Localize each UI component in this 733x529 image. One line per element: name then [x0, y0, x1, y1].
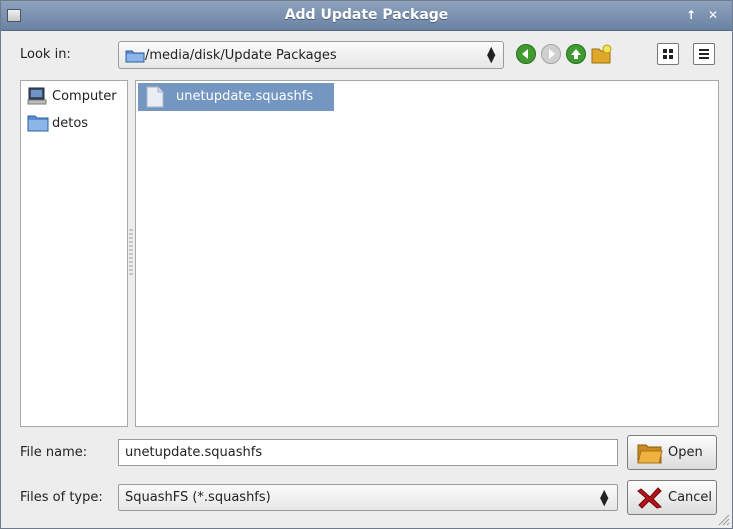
window-title: Add Update Package — [284, 7, 449, 23]
look-in-path: /media/disk/Update Packages — [145, 48, 337, 63]
file-list: unetupdate.squashfs — [135, 80, 719, 427]
sidebar-item-label: detos — [52, 116, 89, 131]
files-of-type-value: SquashFS (*.squashfs) — [125, 490, 271, 505]
open-button-label: Open — [668, 445, 703, 460]
file-name-input[interactable] — [119, 440, 605, 465]
maximize-icon[interactable]: ↑ — [683, 7, 699, 23]
open-button[interactable]: Open — [627, 435, 717, 470]
back-icon[interactable] — [515, 43, 537, 65]
detail-view-icon — [699, 49, 709, 59]
file-name: unetupdate.squashfs — [176, 89, 314, 104]
combo-arrows-icon: ▲ ▼ — [600, 487, 609, 508]
folder-icon — [27, 115, 49, 132]
title-bar[interactable]: Add Update Package ↑ ✕ — [1, 1, 732, 31]
files-of-type-label: Files of type: — [20, 490, 103, 505]
forward-icon[interactable] — [540, 43, 562, 65]
sidebar-item-label: Computer — [52, 89, 117, 104]
cancel-button-label: Cancel — [668, 490, 713, 505]
up-directory-icon[interactable] — [565, 43, 587, 65]
computer-icon — [27, 87, 47, 105]
combo-arrows-icon: ▲ ▼ — [487, 44, 496, 65]
new-folder-icon[interactable] — [590, 43, 612, 65]
folder-icon — [125, 50, 145, 63]
file-name-field[interactable] — [118, 439, 618, 466]
list-item[interactable]: unetupdate.squashfs — [138, 83, 334, 111]
places-sidebar: Computer detos — [20, 80, 128, 427]
look-in-label: Look in: — [20, 47, 71, 62]
dialog-window: Add Update Package ↑ ✕ Look in: /media/d… — [0, 0, 733, 529]
sidebar-item-detos[interactable]: detos — [27, 114, 88, 134]
close-icon[interactable]: ✕ — [705, 7, 721, 23]
detail-view-button[interactable] — [693, 43, 715, 65]
icon-view-icon — [663, 49, 673, 59]
file-name-label: File name: — [20, 445, 88, 460]
open-folder-icon — [637, 444, 663, 464]
look-in-combo[interactable]: /media/disk/Update Packages ▲ ▼ — [118, 41, 504, 69]
files-of-type-combo[interactable]: SquashFS (*.squashfs) ▲ ▼ — [118, 484, 618, 511]
resize-grip-icon[interactable] — [716, 512, 730, 526]
cancel-button[interactable]: Cancel — [627, 480, 717, 515]
cancel-x-icon — [637, 487, 662, 509]
pane-splitter[interactable] — [128, 227, 134, 277]
file-icon — [146, 86, 164, 108]
sidebar-item-computer[interactable]: Computer — [27, 87, 117, 107]
icon-view-button[interactable] — [657, 43, 679, 65]
